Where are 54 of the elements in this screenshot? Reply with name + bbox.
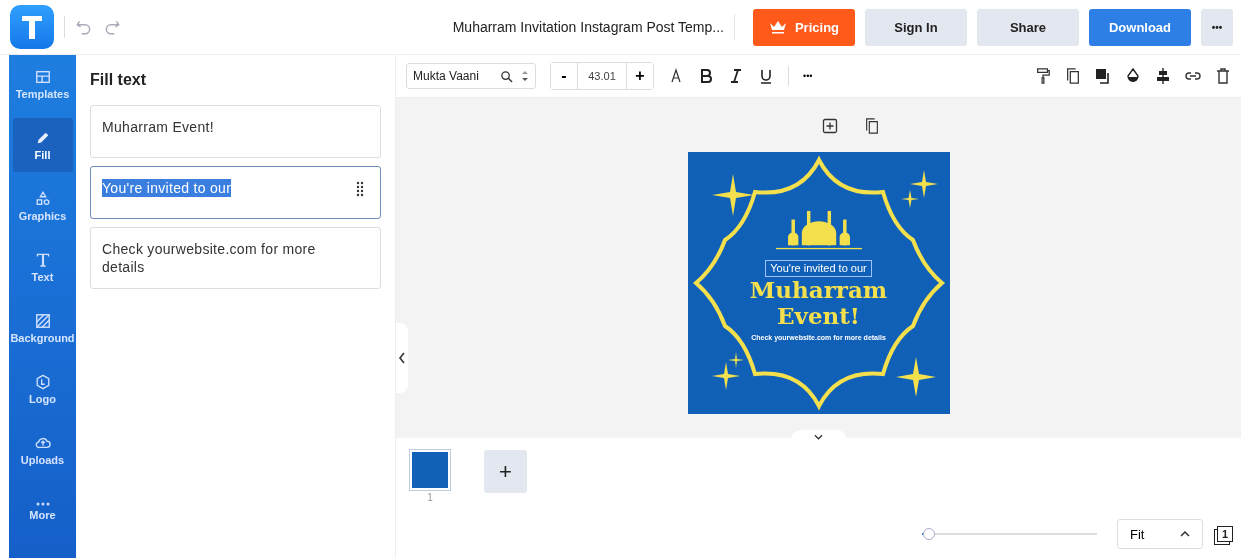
font-select[interactable]: Mukta Vaani xyxy=(406,63,536,89)
logo-icon xyxy=(34,373,51,390)
sidebar-item[interactable]: Uploads xyxy=(12,423,73,477)
sidebar-item[interactable]: Fill xyxy=(12,118,73,172)
poster-subtitle[interactable]: You're invited to our xyxy=(765,260,872,277)
more-options-button[interactable]: ••• xyxy=(803,71,813,81)
graphics-icon xyxy=(34,190,51,207)
poster-headline: Event! xyxy=(777,303,860,329)
text-field[interactable]: You're invited to our xyxy=(90,166,381,219)
page-thumbnail[interactable] xyxy=(410,450,450,490)
poster-headline: Muharram xyxy=(749,277,888,303)
chevron-left-icon xyxy=(398,352,406,364)
more-button[interactable]: ••• xyxy=(1201,8,1233,46)
app-logo[interactable] xyxy=(10,5,54,49)
layer-icon[interactable] xyxy=(1095,68,1111,84)
underline-icon[interactable] xyxy=(758,68,774,84)
sidebar-item[interactable]: Logo xyxy=(12,362,73,416)
delete-icon[interactable] xyxy=(1215,68,1231,84)
drag-handle-icon[interactable] xyxy=(356,181,364,197)
download-button[interactable]: Download xyxy=(1089,8,1191,46)
add-page-button[interactable]: + xyxy=(484,450,527,493)
page-number: 1 xyxy=(427,492,433,503)
add-icon[interactable] xyxy=(821,118,838,134)
sidebar-item[interactable]: Background xyxy=(12,301,73,355)
italic-icon[interactable] xyxy=(728,68,744,84)
stepper-icon[interactable] xyxy=(521,68,529,84)
page-count[interactable]: 1 xyxy=(1217,526,1233,542)
bold-icon[interactable] xyxy=(698,68,714,84)
search-icon xyxy=(500,69,513,83)
text-field[interactable]: Check yourwebsite.com for more details xyxy=(90,227,381,289)
duplicate-icon[interactable] xyxy=(863,118,880,134)
sidebar-item[interactable]: More xyxy=(12,484,73,538)
sidebar-item[interactable]: Text xyxy=(12,240,73,294)
document-title[interactable]: Muharram Invitation Instagram Post Temp... xyxy=(452,19,724,35)
sign-in-button[interactable]: Sign In xyxy=(865,8,967,46)
chevron-down-icon xyxy=(814,434,823,440)
text-field[interactable]: Muharram Event! xyxy=(90,105,381,158)
text-icon xyxy=(34,251,51,268)
more-icon xyxy=(34,501,51,506)
background-icon xyxy=(34,312,51,329)
duplicate-icon[interactable] xyxy=(1065,68,1081,84)
zoom-slider-thumb[interactable] xyxy=(923,528,935,540)
crown-icon xyxy=(768,20,787,34)
sidebar-item[interactable]: Graphics xyxy=(12,179,73,233)
align-icon[interactable] xyxy=(1155,68,1171,84)
panel-title: Fill text xyxy=(90,71,147,89)
chevron-up-icon xyxy=(1180,531,1190,537)
zoom-select[interactable]: Fit xyxy=(1117,519,1203,549)
text-color-icon[interactable] xyxy=(668,68,684,84)
templates-icon xyxy=(34,68,51,85)
opacity-icon[interactable] xyxy=(1125,68,1141,84)
share-button[interactable]: Share xyxy=(977,8,1079,46)
paint-roller-icon[interactable] xyxy=(1035,68,1051,84)
collapse-panel-button[interactable] xyxy=(396,323,408,393)
